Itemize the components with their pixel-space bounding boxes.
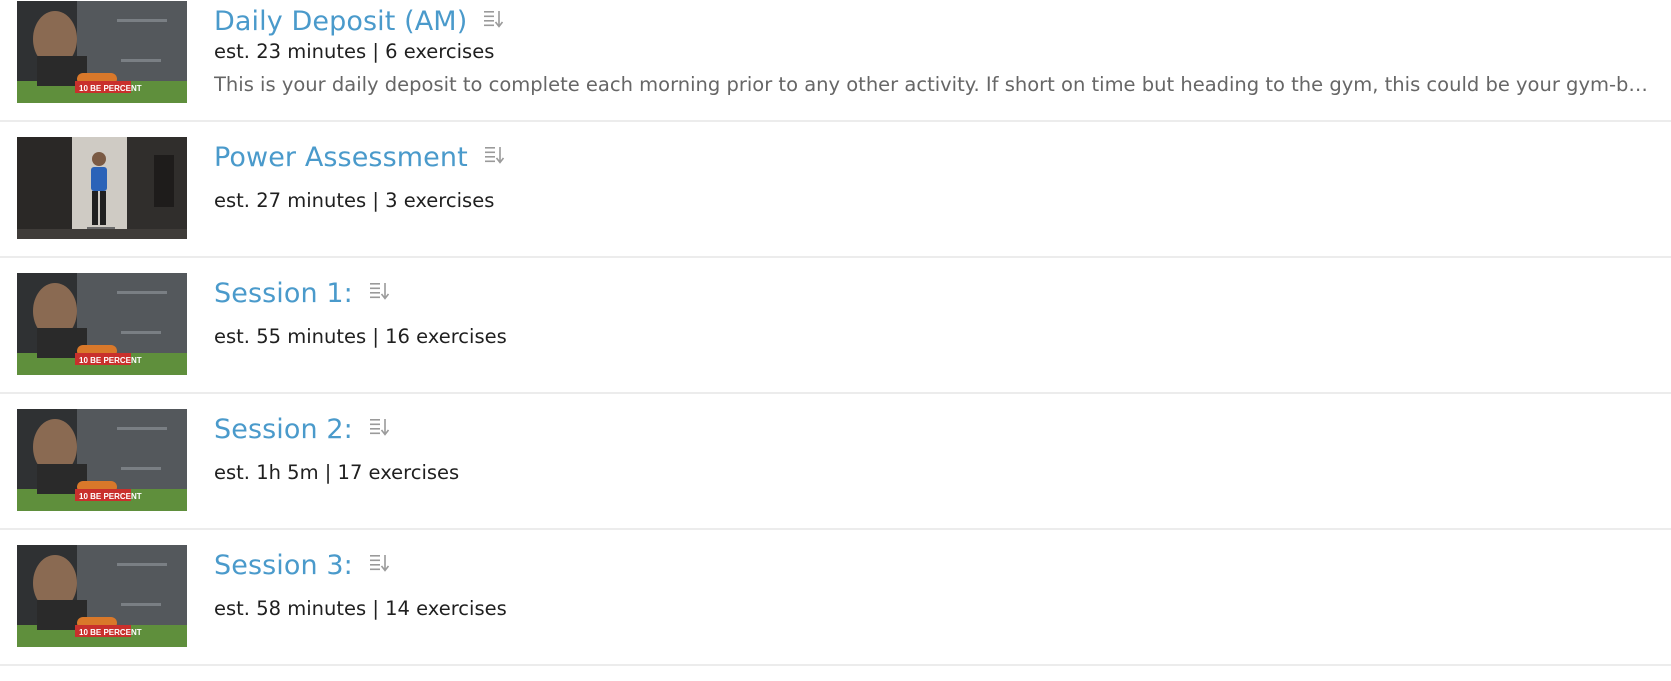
workout-meta: est. 27 minutes | 3 exercises: [214, 189, 495, 212]
workout-title-line: Daily Deposit (AM): [214, 6, 505, 37]
sort-list-icon[interactable]: [369, 552, 391, 574]
workout-row[interactable]: Power Assessment est. 27 minutes | 3 exe…: [0, 122, 1671, 258]
workout-thumbnail[interactable]: 10 BE PERCENT: [17, 1, 187, 103]
sort-list-icon[interactable]: [484, 144, 506, 166]
sort-list-icon[interactable]: [369, 416, 391, 438]
workout-thumbnail[interactable]: [17, 137, 187, 239]
workout-title-line: Power Assessment: [214, 142, 506, 173]
thumbnail-text: 10 BE PERCENT: [79, 628, 142, 637]
workout-description: This is your daily deposit to complete e…: [214, 73, 1650, 96]
sort-list-icon[interactable]: [369, 280, 391, 302]
workout-title-line: Session 3:: [214, 550, 391, 581]
thumbnail-text: 10 BE PERCENT: [79, 84, 142, 93]
workout-thumbnail[interactable]: 10 BE PERCENT: [17, 409, 187, 511]
workout-meta: est. 58 minutes | 14 exercises: [214, 597, 507, 620]
sort-list-icon[interactable]: [483, 8, 505, 30]
workout-meta: est. 23 minutes | 6 exercises: [214, 40, 495, 63]
workout-title[interactable]: Session 3:: [214, 550, 353, 581]
workout-row[interactable]: 10 BE PERCENT Daily Deposit (AM) est. 23…: [0, 0, 1671, 122]
workout-thumbnail[interactable]: 10 BE PERCENT: [17, 273, 187, 375]
workout-row[interactable]: 10 BE PERCENT Session 1: est. 55 minutes…: [0, 258, 1671, 394]
workout-meta: est. 55 minutes | 16 exercises: [214, 325, 507, 348]
workout-thumbnail[interactable]: 10 BE PERCENT: [17, 545, 187, 647]
workout-title-line: Session 2:: [214, 414, 391, 445]
thumbnail-text: 10 BE PERCENT: [79, 356, 142, 365]
workout-title[interactable]: Session 1:: [214, 278, 353, 309]
workout-title[interactable]: Power Assessment: [214, 142, 468, 173]
workout-row[interactable]: 10 BE PERCENT Session 3: est. 58 minutes…: [0, 530, 1671, 666]
workout-title-line: Session 1:: [214, 278, 391, 309]
workout-title[interactable]: Session 2:: [214, 414, 353, 445]
workout-title[interactable]: Daily Deposit (AM): [214, 6, 467, 37]
workout-meta: est. 1h 5m | 17 exercises: [214, 461, 460, 484]
thumbnail-text: 10 BE PERCENT: [79, 492, 142, 501]
workout-row[interactable]: 10 BE PERCENT Session 2: est. 1h 5m | 17…: [0, 394, 1671, 530]
